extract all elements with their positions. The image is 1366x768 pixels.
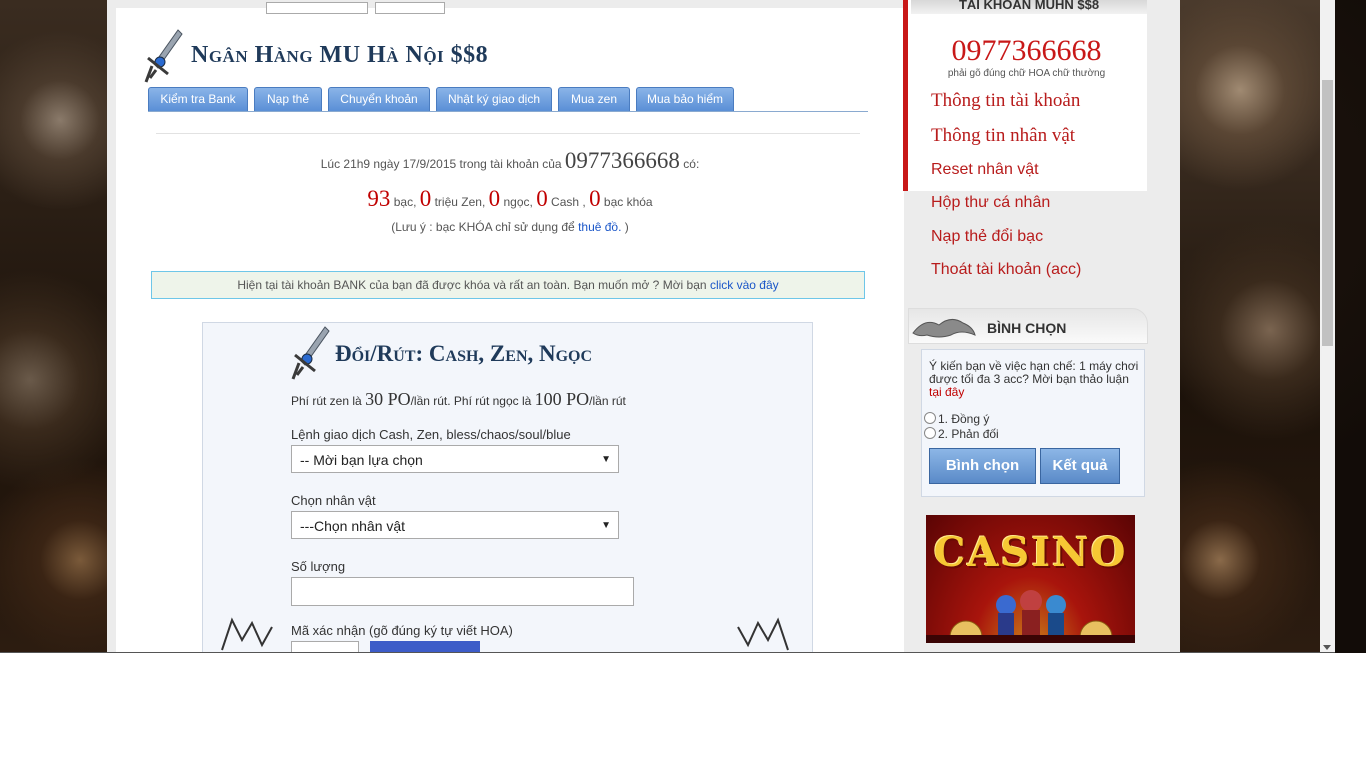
mailbox-link[interactable]: Hộp thư cá nhân [931, 194, 1050, 212]
rent-items-link[interactable]: thuê đồ. [578, 220, 621, 234]
logout-link[interactable]: Thoát tài khoản (acc) [931, 261, 1081, 279]
vote-box: Ý kiến bạn về việc hạn chế: 1 máy chơi đ… [921, 349, 1145, 497]
page-container: Ngân Hàng MU Hà Nội $$8 Kiểm tra Bank Nạ… [107, 0, 1180, 653]
tab-nhat-ky-giao-dich[interactable]: Nhật ký giao dịch [436, 87, 552, 111]
captcha-label: Mã xác nhận (gõ đúng ký tự viết HOA) [291, 623, 513, 638]
scrollbar-thumb[interactable] [1322, 80, 1333, 346]
bank-lock-notice: Hiện tại tài khoản BANK của bạn đã được … [151, 271, 865, 299]
fee-info: Phí rút zen là 30 PO/lần rút. Phí rút ng… [291, 389, 626, 410]
browser-viewport: Ngân Hàng MU Hà Nội $$8 Kiểm tra Bank Nạ… [0, 0, 1366, 653]
command-select[interactable]: -- Mời bạn lựa chọn ▼ [291, 445, 619, 473]
command-label: Lệnh giao dịch Cash, Zen, bless/chaos/so… [291, 427, 571, 442]
lock-notice-text: Hiện tại tài khoản BANK của bạn đã được … [237, 278, 707, 292]
account-box-header: TÀI KHOẢN MUHN $$8 [911, 0, 1147, 14]
card-topup-link[interactable]: Nạp thẻ đổi bạc [931, 228, 1043, 246]
balance-line: 93 bạc, 0 triệu Zen, 0 ngọc, 0 Cash , 0 … [116, 186, 904, 212]
vote-option-label: 2. Phản đối [938, 427, 999, 441]
vote-button[interactable]: Bình chọn [929, 448, 1036, 484]
ngoc-value: 0 [488, 186, 501, 211]
chevron-down-icon: ▼ [601, 454, 611, 465]
vote-option-agree[interactable]: 1. Đồng ý [924, 412, 989, 426]
tab-mua-zen[interactable]: Mua zen [558, 87, 630, 111]
sword-icon [144, 29, 183, 83]
vote-discussion-link[interactable]: tại đây [929, 385, 964, 399]
bac-value: 93 [367, 186, 391, 211]
account-number: 0977366668 [951, 34, 1102, 67]
radio-icon[interactable] [924, 427, 936, 439]
account-summary: Lúc 21h9 ngày 17/9/2015 trong tài khoản … [116, 148, 904, 174]
summary-suffix: có: [683, 157, 700, 171]
note-suffix: ) [624, 220, 629, 234]
viewport-bottom-edge [0, 652, 1335, 653]
casino-banner[interactable]: CASINO [926, 515, 1135, 643]
cash-value: 0 [536, 186, 548, 211]
unlock-link[interactable]: click vào đây [710, 278, 779, 292]
bac-unit: bạc, [393, 195, 417, 209]
tab-mua-bao-hiem[interactable]: Mua bảo hiểm [636, 87, 734, 111]
result-button[interactable]: Kết quả [1040, 448, 1120, 484]
vote-header: BÌNH CHỌN [908, 308, 1148, 344]
command-selected-value: -- Mời bạn lựa chọn [300, 452, 423, 468]
account-hint: phải gõ đúng chữ HOA chữ thường [947, 68, 1106, 79]
usage-note: (Lưu ý : bạc KHÓA chỉ sử dụng để thuê đồ… [116, 220, 904, 234]
summary-prefix: Lúc 21h9 ngày 17/9/2015 trong tài khoản … [320, 157, 562, 171]
tab-kiem-tra-bank[interactable]: Kiểm tra Bank [148, 87, 248, 111]
casino-characters-icon [926, 590, 1135, 643]
form-title: Đổi/Rút: Cash, Zen, Ngọc [335, 341, 593, 366]
vote-question: Ý kiến bạn về việc hạn chế: 1 máy chơi đ… [929, 360, 1143, 399]
dragon-ornament-icon [221, 617, 273, 651]
dragon-ornament-icon [737, 617, 789, 651]
locked-value: 0 [589, 186, 601, 211]
character-selected-value: ---Chọn nhân vật [300, 518, 406, 534]
summary-account: 0977366668 [564, 148, 680, 173]
locked-unit: bạc khóa [603, 195, 653, 209]
fee-zen-value: 30 PO [365, 389, 411, 409]
cash-unit: Cash , [551, 195, 586, 209]
sidebar: TÀI KHOẢN MUHN $$8 0977366668 phải gõ đú… [903, 0, 1151, 653]
main-content: Ngân Hàng MU Hà Nội $$8 Kiểm tra Bank Nạ… [116, 2, 904, 653]
vote-title: BÌNH CHỌN [987, 320, 1067, 336]
vote-question-text: Ý kiến bạn về việc hạn chế: 1 máy chơi đ… [929, 359, 1139, 386]
vote-option-disagree[interactable]: 2. Phản đối [924, 427, 999, 441]
tab-nap-the[interactable]: Nạp thẻ [254, 87, 322, 111]
fee-text-1: Phí rút zen là [291, 394, 362, 408]
quantity-label: Số lượng [291, 559, 346, 574]
chevron-down-icon: ▼ [601, 520, 611, 531]
character-label: Chọn nhân vật [291, 493, 376, 508]
tab-chuyen-khoan[interactable]: Chuyển khoản [328, 87, 430, 111]
vote-option-label: 1. Đồng ý [938, 412, 990, 426]
accent-bar [903, 0, 908, 191]
top-cutoff-input[interactable] [266, 2, 368, 14]
note-prefix: (Lưu ý : bạc KHÓA chỉ sử dụng để [391, 220, 575, 234]
reset-character-link[interactable]: Reset nhân vật [931, 161, 1039, 179]
fee-text-3: /lần rút [589, 394, 626, 408]
zen-unit: triệu Zen, [434, 195, 486, 209]
account-info-link[interactable]: Thông tin tài khoản [931, 90, 1080, 112]
scrollbar[interactable] [1320, 0, 1335, 653]
ngoc-unit: ngọc, [503, 195, 533, 209]
scroll-down-icon[interactable] [1323, 645, 1331, 650]
character-info-link[interactable]: Thông tin nhân vật [931, 125, 1075, 147]
fee-ngoc-value: 100 PO [534, 389, 590, 409]
fee-text-2: /lần rút. Phí rút ngọc là [410, 394, 532, 408]
sword-icon [291, 326, 330, 380]
quantity-input[interactable] [291, 577, 634, 606]
page-title: Ngân Hàng MU Hà Nội $$8 [191, 42, 489, 68]
casino-logo: CASINO [933, 529, 1128, 576]
character-select[interactable]: ---Chọn nhân vật ▼ [291, 511, 619, 539]
divider [156, 133, 860, 134]
radio-icon[interactable] [924, 412, 936, 424]
dragon-icon [912, 319, 976, 338]
tab-bar: Kiểm tra Bank Nạp thẻ Chuyển khoản Nhật … [148, 87, 868, 112]
zen-value: 0 [419, 186, 432, 211]
exchange-form: Đổi/Rút: Cash, Zen, Ngọc Phí rút zen là … [202, 322, 813, 653]
top-cutoff-input-2[interactable] [375, 2, 445, 14]
